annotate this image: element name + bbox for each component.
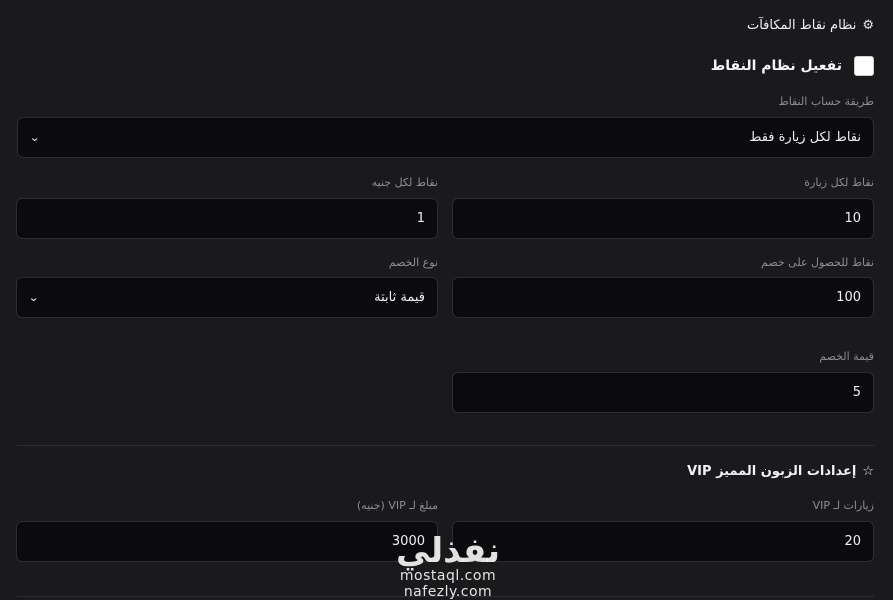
watermark-logo: نفذلي mostaql.com nafezly.com bbox=[378, 534, 518, 600]
points-per-pound-input[interactable]: 1 bbox=[16, 198, 438, 239]
vip-amount-input[interactable]: 3000 bbox=[16, 521, 438, 562]
discount-value-input[interactable]: 5 bbox=[452, 372, 874, 413]
points-section-title-text: نظام نقاط المكافآت bbox=[746, 18, 857, 33]
enable-points-label: تفعيل نظام النقاط bbox=[710, 58, 842, 74]
enable-points-checkbox[interactable] bbox=[854, 56, 874, 76]
points-section-title: ⚙ نظام نقاط المكافآت bbox=[747, 18, 874, 33]
discount-type-label: نوع الخصم bbox=[388, 256, 438, 269]
calc-method-select[interactable]: نقاط لكل زيارة فقط ⌄ bbox=[17, 117, 874, 158]
vip-visits-label: زيارات لـ VIP bbox=[812, 499, 874, 512]
discount-type-select[interactable]: قيمة ثابتة ⌄ bbox=[16, 277, 438, 318]
vip-section-title: ☆ إعدادات الزبون المميز VIP bbox=[687, 464, 874, 479]
vip-section-title-text: إعدادات الزبون المميز VIP bbox=[687, 464, 857, 479]
discount-value-label: قيمة الخصم bbox=[819, 350, 874, 363]
points-per-pound-value: 1 bbox=[416, 211, 425, 226]
points-for-discount-input[interactable]: 100 bbox=[452, 277, 874, 318]
star-icon: ☆ bbox=[862, 464, 874, 479]
section-divider bbox=[17, 445, 874, 446]
discount-value-value: 5 bbox=[852, 385, 861, 400]
watermark-site-2: nafezly.com bbox=[403, 584, 493, 600]
chevron-down-icon: ⌄ bbox=[28, 291, 40, 304]
vip-amount-label: مبلغ لـ VIP (جنيه) bbox=[356, 499, 438, 512]
points-per-visit-label: نقاط لكل زيارة bbox=[804, 176, 874, 189]
vip-visits-value: 20 bbox=[844, 534, 861, 549]
chevron-down-icon: ⌄ bbox=[29, 131, 41, 144]
points-for-discount-value: 100 bbox=[836, 290, 861, 305]
points-per-visit-input[interactable]: 10 bbox=[452, 198, 874, 239]
enable-points-row[interactable]: تفعيل نظام النقاط bbox=[711, 56, 874, 76]
gear-icon: ⚙ bbox=[862, 18, 874, 33]
discount-type-value: قيمة ثابتة bbox=[374, 290, 425, 305]
points-per-pound-label: نقاط لكل جنيه bbox=[371, 176, 438, 189]
calc-method-value: نقاط لكل زيارة فقط bbox=[749, 130, 861, 145]
points-for-discount-label: نقاط للحصول على خصم bbox=[761, 256, 874, 269]
points-per-visit-value: 10 bbox=[844, 211, 861, 226]
calc-method-label: طريقة حساب النقاط bbox=[778, 95, 874, 108]
watermark-main: نفذلي bbox=[395, 531, 501, 571]
